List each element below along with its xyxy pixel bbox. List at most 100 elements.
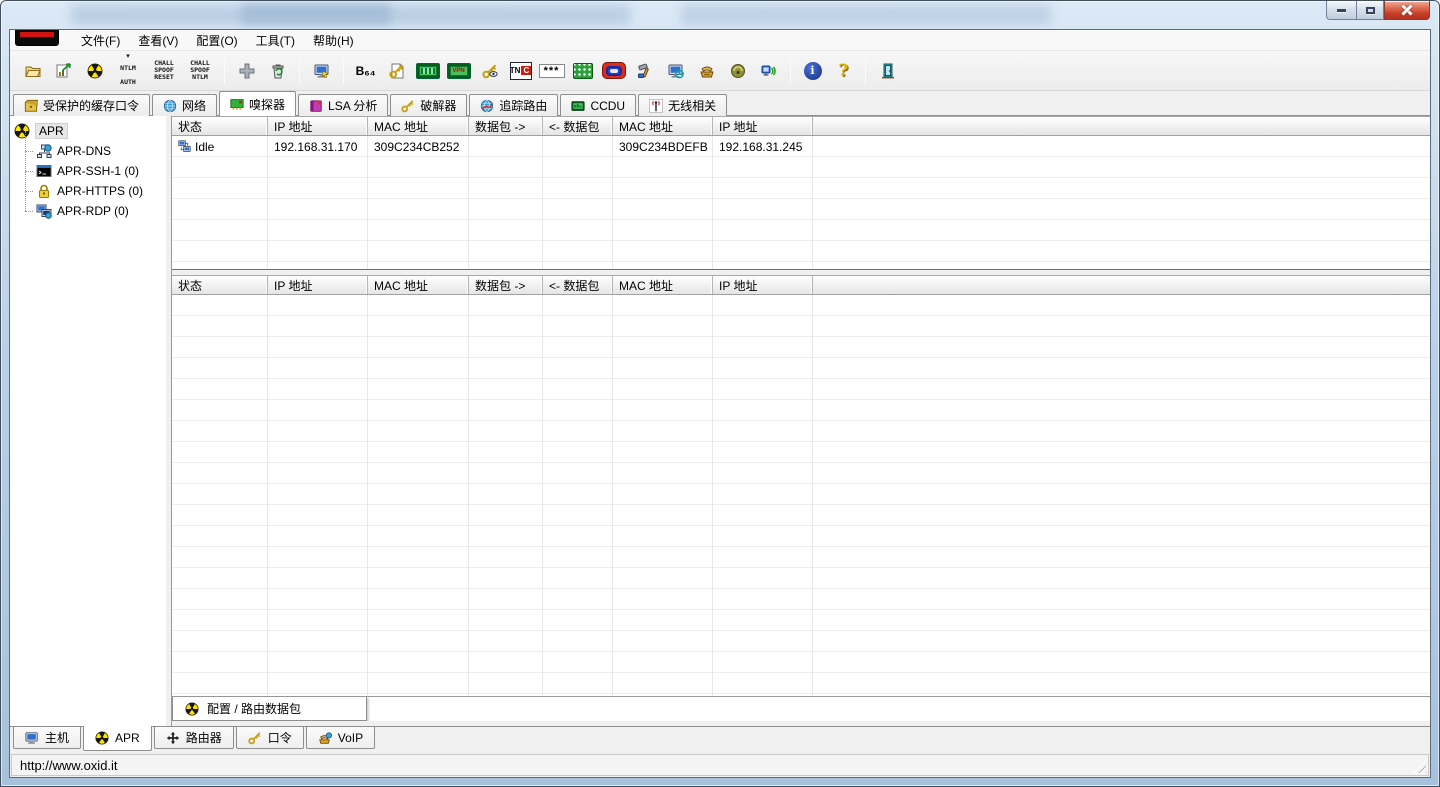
menu-configure[interactable]: 配置(O) bbox=[187, 30, 246, 51]
resize-grip[interactable] bbox=[1413, 760, 1426, 773]
tab-ccdu[interactable]: CCDU bbox=[560, 94, 637, 116]
traceroute-globe-icon bbox=[480, 99, 494, 113]
menu-view[interactable]: 查看(V) bbox=[129, 30, 187, 51]
column-header-status[interactable]: 状态 bbox=[172, 276, 268, 294]
tab-sniffer[interactable]: 嗅探器 bbox=[219, 91, 297, 116]
app-icon[interactable] bbox=[15, 30, 59, 46]
red-blue-box-icon bbox=[601, 62, 626, 79]
column-header-packets-in[interactable]: <- 数据包 bbox=[543, 276, 613, 294]
abel-button[interactable] bbox=[723, 56, 752, 86]
ntlm-auth-button[interactable]: ▾ NTLM AUTH bbox=[111, 53, 145, 86]
bottom-tab-passwords[interactable]: 口令 bbox=[235, 727, 304, 749]
bottom-tab-label: APR bbox=[115, 731, 140, 745]
column-header-mac2[interactable]: MAC 地址 bbox=[613, 276, 713, 294]
routing-arrows-icon bbox=[166, 731, 179, 744]
wardialer-button[interactable] bbox=[692, 56, 721, 86]
rsa-token-button[interactable] bbox=[630, 56, 659, 86]
column-header-status[interactable]: 状态 bbox=[172, 117, 268, 135]
apr-poisoning-row[interactable]: Idle 192.168.31.170 309C234CB252 309C234… bbox=[172, 136, 1430, 157]
tree-label: APR-RDP (0) bbox=[57, 204, 129, 218]
tree-item-apr-https[interactable]: APR-HTTPS (0) bbox=[14, 171, 166, 201]
down-arrow-icon: ▾ bbox=[126, 53, 130, 60]
close-button[interactable] bbox=[1384, 1, 1430, 20]
resolve-hostname-button[interactable] bbox=[661, 56, 690, 86]
apr-lower-table: 状态 IP 地址 MAC 地址 数据包 -> <- 数据包 MAC 地址 IP … bbox=[172, 275, 1430, 696]
column-header-ip[interactable]: IP 地址 bbox=[268, 276, 368, 294]
tree-item-apr-ssh[interactable]: APR-SSH-1 (0) bbox=[14, 151, 166, 181]
title-bar[interactable] bbox=[1, 1, 1439, 29]
sheet-tab-routed-packets[interactable]: 配置 / 路由数据包 bbox=[172, 697, 367, 721]
minimize-icon bbox=[1337, 8, 1346, 12]
delete-button[interactable] bbox=[263, 56, 292, 86]
exit-button[interactable] bbox=[873, 56, 902, 86]
menu-tools[interactable]: 工具(T) bbox=[247, 30, 304, 51]
configure-nic-button[interactable] bbox=[307, 56, 336, 86]
tab-cracker[interactable]: 破解器 bbox=[390, 94, 468, 116]
column-header-mac[interactable]: MAC 地址 bbox=[368, 117, 469, 135]
chall-spoof-reset-button[interactable]: CHALL SPOOF RESET bbox=[147, 56, 181, 86]
apr-tables: 状态 IP 地址 MAC 地址 数据包 -> <- 数据包 MAC 地址 IP … bbox=[171, 116, 1430, 726]
tab-label: CCDU bbox=[590, 98, 626, 113]
toolbar-separator bbox=[865, 57, 866, 84]
help-button[interactable]: ? bbox=[829, 56, 858, 86]
column-header-packets-out[interactable]: 数据包 -> bbox=[469, 276, 543, 294]
toolbar-separator bbox=[224, 57, 225, 84]
tab-protected-storage[interactable]: 受保护的缓存口令 bbox=[13, 94, 151, 116]
maximize-button[interactable] bbox=[1356, 1, 1384, 20]
column-header-mac2[interactable]: MAC 地址 bbox=[613, 117, 713, 135]
about-button[interactable]: i bbox=[798, 56, 827, 86]
hash-calculator-button[interactable] bbox=[413, 56, 442, 86]
nic-config-icon bbox=[314, 63, 329, 78]
apr-tree: APR APR-DNS APR-SSH-1 (0) APR-HTTPS (0) … bbox=[10, 116, 166, 726]
column-header-ip[interactable]: IP 地址 bbox=[268, 117, 368, 135]
wireless-scanner-button[interactable] bbox=[754, 56, 783, 86]
open-folder-button[interactable] bbox=[18, 56, 47, 86]
vpn-password-decoder-button[interactable]: VPN bbox=[444, 56, 473, 86]
column-header-mac[interactable]: MAC 地址 bbox=[368, 276, 469, 294]
mac-cell: 309C234CB252 bbox=[374, 139, 460, 154]
protected-storage-icon bbox=[24, 99, 38, 112]
column-header-packets-in[interactable]: <- 数据包 bbox=[543, 117, 613, 135]
tree-item-apr[interactable]: APR bbox=[14, 121, 166, 141]
cisco-password-decoder-button[interactable] bbox=[475, 56, 504, 86]
status-text: Idle bbox=[195, 139, 215, 154]
base64-icon: B₆₄ bbox=[355, 63, 376, 78]
base64-decoder-button[interactable]: B₆₄ bbox=[351, 56, 380, 86]
vnc-password-decoder-button[interactable]: TN C bbox=[506, 56, 535, 86]
ccdu-lcd-icon bbox=[571, 100, 585, 111]
minimize-button[interactable] bbox=[1326, 1, 1356, 20]
column-header-ip2[interactable]: IP 地址 bbox=[713, 276, 813, 294]
tree-item-apr-dns[interactable]: APR-DNS bbox=[14, 131, 166, 161]
bottom-tab-label: 路由器 bbox=[185, 731, 222, 745]
export-button[interactable] bbox=[49, 56, 78, 86]
tab-traceroute[interactable]: 追踪路由 bbox=[469, 94, 559, 116]
bottom-tab-hosts[interactable]: 主机 bbox=[13, 727, 82, 749]
status-bar: http://www.oxid.it bbox=[11, 754, 1429, 776]
chall-spoof-ntlm-button[interactable]: CHALL SPOOF NTLM bbox=[183, 56, 217, 86]
column-header-ip2[interactable]: IP 地址 bbox=[713, 117, 813, 135]
bottom-tab-apr[interactable]: APR bbox=[83, 726, 152, 751]
key-file-icon bbox=[389, 63, 403, 78]
toolbar-separator bbox=[790, 57, 791, 84]
bottom-tab-routing[interactable]: 路由器 bbox=[153, 727, 234, 749]
password-file-decoder-button[interactable] bbox=[382, 56, 411, 86]
menu-file[interactable]: 文件(F) bbox=[72, 30, 129, 51]
key-eye-icon bbox=[482, 63, 498, 79]
box-revealer-button[interactable] bbox=[599, 56, 628, 86]
bottom-tab-voip[interactable]: VoIP bbox=[305, 727, 376, 749]
column-header-filler bbox=[813, 117, 1430, 135]
tab-label: 破解器 bbox=[420, 99, 457, 113]
tab-network[interactable]: 网络 bbox=[152, 94, 218, 116]
tab-wireless[interactable]: 无线相关 bbox=[638, 94, 728, 116]
maximize-icon bbox=[1365, 6, 1375, 14]
tree-item-apr-rdp[interactable]: APR-RDP (0) bbox=[14, 191, 166, 221]
menu-help[interactable]: 帮助(H) bbox=[304, 30, 363, 51]
column-header-packets-out[interactable]: 数据包 -> bbox=[469, 117, 543, 135]
start-stop-sniffer-button[interactable] bbox=[80, 56, 109, 86]
apr-upper-table: 状态 IP 地址 MAC 地址 数据包 -> <- 数据包 MAC 地址 IP … bbox=[172, 116, 1430, 269]
add-to-list-button[interactable] bbox=[232, 56, 261, 86]
password-revealer-button[interactable]: *** bbox=[537, 56, 566, 86]
toolbar-separator bbox=[343, 57, 344, 84]
hash-keypad-button[interactable] bbox=[568, 56, 597, 86]
tab-lsa-secrets[interactable]: LSA 分析 bbox=[298, 94, 389, 116]
